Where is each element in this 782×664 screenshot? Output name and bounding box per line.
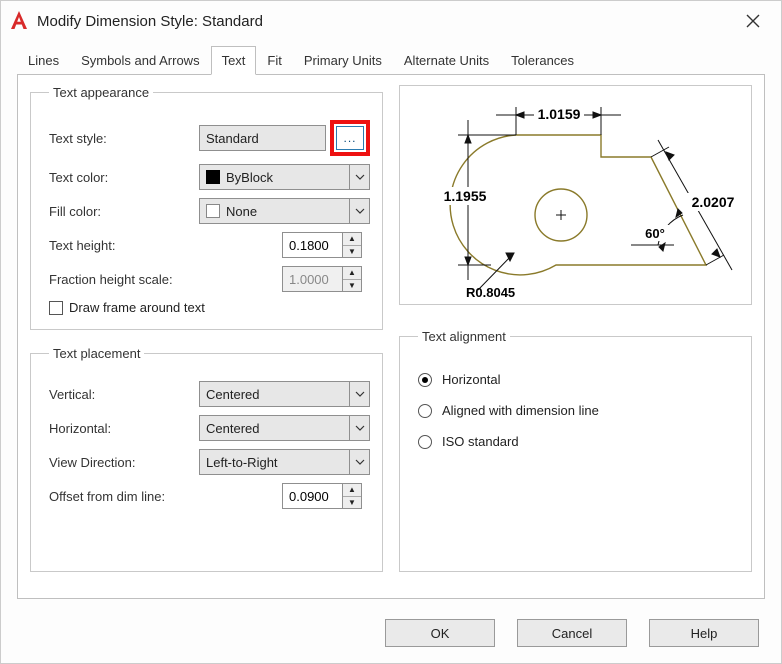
preview-dim-top: 1.0159 xyxy=(537,106,580,122)
label-radio-iso: ISO standard xyxy=(442,434,519,449)
swatch-none-icon xyxy=(206,204,220,218)
spin-down-icon[interactable]: ▼ xyxy=(343,497,361,509)
label-fill-color: Fill color: xyxy=(49,204,199,219)
combo-view-direction[interactable]: Left-to-Right xyxy=(199,449,350,475)
input-text-height[interactable] xyxy=(282,232,342,258)
tab-text[interactable]: Text xyxy=(211,46,257,75)
preview-dim-left: 1.1955 xyxy=(443,188,486,204)
label-radio-aligned: Aligned with dimension line xyxy=(442,403,599,418)
combo-text-color[interactable]: ByBlock xyxy=(199,164,350,190)
label-offset-from-dim-line: Offset from dim line: xyxy=(49,489,219,504)
input-fraction-height-scale xyxy=(282,266,342,292)
preview-radius: R0.8045 xyxy=(466,285,515,300)
label-draw-frame: Draw frame around text xyxy=(69,300,205,315)
combo-fill-color[interactable]: None xyxy=(199,198,350,224)
chevron-down-icon[interactable] xyxy=(350,198,370,224)
chevron-down-icon[interactable] xyxy=(350,449,370,475)
chevron-down-icon[interactable] xyxy=(350,164,370,190)
combo-text-style-value: Standard xyxy=(206,131,259,146)
highlight-annotation: ... xyxy=(330,120,370,156)
tab-symbols-and-arrows[interactable]: Symbols and Arrows xyxy=(70,46,211,75)
close-button[interactable] xyxy=(733,7,773,35)
preview-dim-diag: 2.0207 xyxy=(691,194,734,210)
legend-text-appearance: Text appearance xyxy=(49,85,153,100)
spinner-text-height[interactable]: ▲ ▼ xyxy=(282,232,370,258)
label-fraction-height-scale: Fraction height scale: xyxy=(49,272,219,287)
input-offset[interactable] xyxy=(282,483,342,509)
combo-view-direction-value: Left-to-Right xyxy=(206,455,278,470)
tab-fit[interactable]: Fit xyxy=(256,46,292,75)
spinner-offset[interactable]: ▲ ▼ xyxy=(282,483,370,509)
dialog-window: Modify Dimension Style: Standard Lines S… xyxy=(0,0,782,664)
app-icon xyxy=(7,9,31,33)
group-text-placement: Text placement Vertical: Centered Horizo… xyxy=(30,346,383,572)
label-text-color: Text color: xyxy=(49,170,199,185)
tab-primary-units[interactable]: Primary Units xyxy=(293,46,393,75)
combo-horizontal[interactable]: Centered xyxy=(199,415,350,441)
spinner-fraction-height-scale: ▲ ▼ xyxy=(282,266,370,292)
tab-tolerances[interactable]: Tolerances xyxy=(500,46,585,75)
label-text-height: Text height: xyxy=(49,238,199,253)
combo-vertical-value: Centered xyxy=(206,387,259,402)
tab-strip: Lines Symbols and Arrows Text Fit Primar… xyxy=(1,41,781,74)
preview-angle: 60° xyxy=(645,226,665,241)
text-style-ellipsis-button[interactable]: ... xyxy=(336,126,364,150)
spin-up-icon[interactable]: ▲ xyxy=(343,233,361,246)
help-button[interactable]: Help xyxy=(649,619,759,647)
dialog-buttons: OK Cancel Help xyxy=(1,609,781,663)
group-text-appearance: Text appearance Text style: Standard ... xyxy=(30,85,383,330)
cancel-button[interactable]: Cancel xyxy=(517,619,627,647)
spin-down-icon[interactable]: ▼ xyxy=(343,246,361,258)
chevron-down-icon[interactable] xyxy=(350,415,370,441)
tab-lines[interactable]: Lines xyxy=(17,46,70,75)
spin-down-icon: ▼ xyxy=(343,280,361,292)
group-text-alignment: Text alignment Horizontal Aligned with d… xyxy=(399,329,752,572)
combo-fill-color-value: None xyxy=(226,204,257,219)
legend-text-placement: Text placement xyxy=(49,346,144,361)
radio-iso[interactable] xyxy=(418,435,432,449)
label-text-style: Text style: xyxy=(49,131,199,146)
combo-vertical[interactable]: Centered xyxy=(199,381,350,407)
titlebar: Modify Dimension Style: Standard xyxy=(1,1,781,41)
ellipsis-icon: ... xyxy=(343,131,356,145)
label-view-direction: View Direction: xyxy=(49,455,199,470)
ok-button[interactable]: OK xyxy=(385,619,495,647)
combo-text-style[interactable]: Standard xyxy=(199,125,326,151)
tab-alternate-units[interactable]: Alternate Units xyxy=(393,46,500,75)
window-title: Modify Dimension Style: Standard xyxy=(37,13,263,30)
checkbox-draw-frame[interactable] xyxy=(49,301,63,315)
label-vertical: Vertical: xyxy=(49,387,199,402)
chevron-down-icon[interactable] xyxy=(350,381,370,407)
spin-up-icon: ▲ xyxy=(343,267,361,280)
legend-text-alignment: Text alignment xyxy=(418,329,510,344)
tab-page-text: Text appearance Text style: Standard ... xyxy=(17,74,765,599)
combo-horizontal-value: Centered xyxy=(206,421,259,436)
swatch-black-icon xyxy=(206,170,220,184)
combo-text-color-value: ByBlock xyxy=(226,170,273,185)
radio-aligned[interactable] xyxy=(418,404,432,418)
spin-up-icon[interactable]: ▲ xyxy=(343,484,361,497)
radio-horizontal[interactable] xyxy=(418,373,432,387)
preview-pane: 1.0159 1.1955 xyxy=(399,85,752,305)
label-radio-horizontal: Horizontal xyxy=(442,372,501,387)
label-horizontal: Horizontal: xyxy=(49,421,199,436)
